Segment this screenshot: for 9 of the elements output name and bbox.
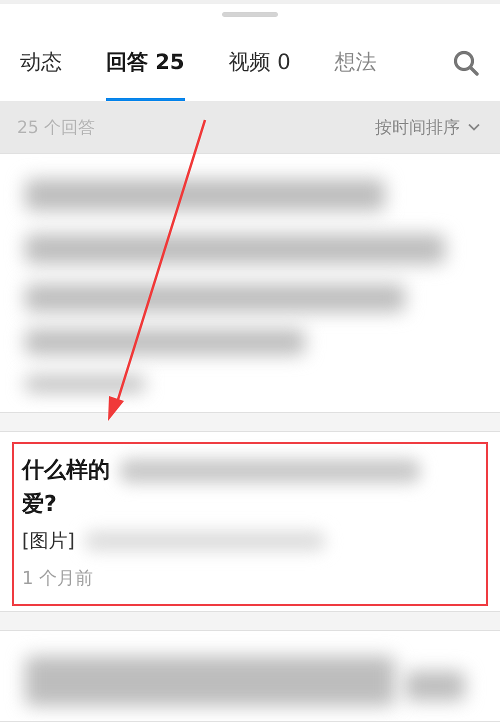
search-icon[interactable] xyxy=(452,49,480,77)
answer-excerpt: [图片] xyxy=(22,529,75,554)
answer-title[interactable]: 什么样的 xyxy=(22,454,110,488)
answer-title[interactable]: 爱? xyxy=(22,488,478,522)
drag-handle[interactable] xyxy=(222,12,278,17)
answer-time: 1 个月前 xyxy=(22,567,94,590)
tab[interactable]: 动态 xyxy=(20,17,62,101)
chevron-down-icon xyxy=(468,123,480,131)
tab[interactable]: 视频 0 xyxy=(228,17,291,101)
